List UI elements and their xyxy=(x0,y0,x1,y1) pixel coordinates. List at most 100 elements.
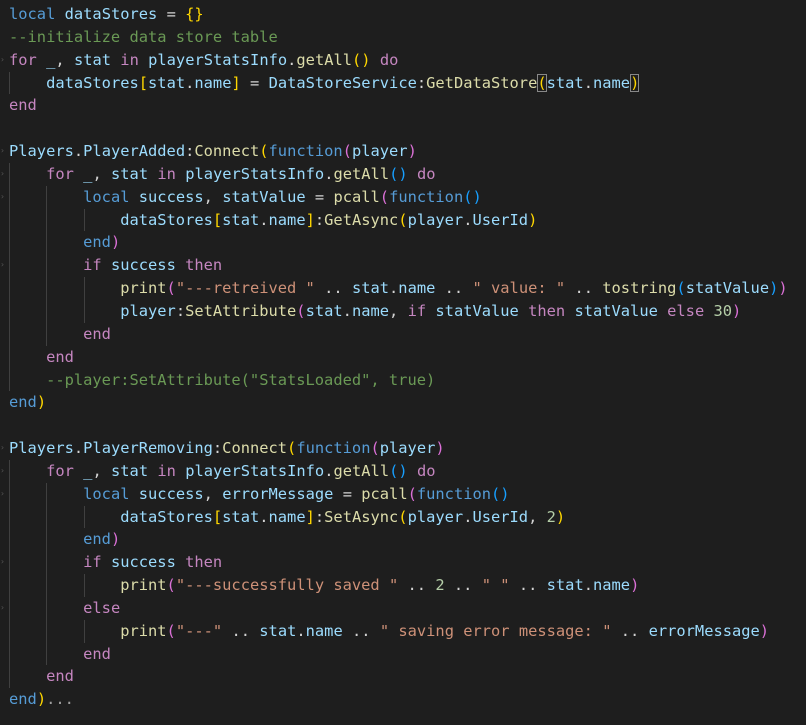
keyword: end xyxy=(83,530,111,549)
bracket: ] xyxy=(305,507,315,526)
indent-guide xyxy=(9,665,10,689)
code-line[interactable]: › if success then xyxy=(0,551,806,575)
indent-guide xyxy=(9,368,10,392)
keyword: then xyxy=(185,553,223,572)
indent-guide xyxy=(9,162,10,186)
function-name: Connect xyxy=(222,439,288,458)
bracket-match: ( xyxy=(537,73,547,92)
code-line[interactable]: › for _, stat in playerStatsInfo.getAll(… xyxy=(0,162,806,186)
code-line[interactable]: end) xyxy=(0,528,806,552)
fold-chevron-icon[interactable]: › xyxy=(0,169,5,178)
keyword: if xyxy=(83,553,102,572)
keyword: in xyxy=(157,461,176,480)
operator: , xyxy=(92,461,102,480)
code-editor[interactable]: local dataStores = {} --initialize data … xyxy=(0,3,806,725)
operator: . xyxy=(287,50,297,69)
comment: --player:SetAttribute("StatsLoaded", tru… xyxy=(46,370,436,389)
identifier: statValue xyxy=(685,279,770,298)
operator: . xyxy=(259,507,269,526)
fold-chevron-icon[interactable]: › xyxy=(0,55,5,64)
fold-chevron-icon[interactable]: › xyxy=(0,489,5,498)
indent-guide xyxy=(46,596,47,620)
code-line[interactable]: local dataStores = {} xyxy=(0,3,806,26)
code-line[interactable]: › for _, stat in playerStatsInfo.getAll()… xyxy=(0,49,806,72)
operator: , xyxy=(203,484,213,503)
indent-guide xyxy=(46,208,47,232)
identifier: statValue xyxy=(222,187,306,206)
indent-guide xyxy=(46,551,47,575)
identifier: UserId xyxy=(472,210,529,229)
code-line[interactable]: dataStores[stat.name] = DataStoreService… xyxy=(0,71,806,95)
code-line[interactable]: --player:SetAttribute("StatsLoaded", tru… xyxy=(0,368,806,392)
bracket: ( xyxy=(379,187,390,206)
code-line[interactable]: end xyxy=(0,322,806,346)
bracket: ) xyxy=(759,621,770,640)
code-line[interactable]: player:SetAttribute(stat.name, if statVa… xyxy=(0,299,806,323)
code-line[interactable]: › local success, errorMessage = pcall(fu… xyxy=(0,482,806,506)
operator: . xyxy=(583,73,593,92)
identifier: stat xyxy=(222,210,260,229)
bracket: ) xyxy=(398,461,408,480)
code-line[interactable]: --initialize data store table xyxy=(0,26,806,49)
keyword: end xyxy=(83,233,111,252)
fold-chevron-icon[interactable]: › xyxy=(0,466,5,475)
identifier: playerStatsInfo xyxy=(148,50,288,69)
fold-chevron-icon[interactable]: › xyxy=(0,444,5,452)
identifier: success xyxy=(138,187,204,206)
fold-chevron-icon[interactable]: › xyxy=(0,261,5,269)
identifier: playerStatsInfo xyxy=(185,461,325,480)
indent-guide xyxy=(9,208,10,232)
code-line[interactable]: end)... xyxy=(0,688,806,711)
bracket: ) xyxy=(778,279,788,298)
bracket-match: ) xyxy=(630,73,640,92)
function-name: getAll xyxy=(333,164,390,183)
fold-chevron-icon[interactable]: › xyxy=(0,192,5,201)
operator: , xyxy=(528,507,538,526)
identifier: dataStores xyxy=(64,5,158,23)
indent-guide xyxy=(9,642,10,666)
bracket: [ xyxy=(212,210,223,229)
code-line[interactable]: end xyxy=(0,642,806,666)
code-line[interactable]: › Players.PlayerAdded:Connect(function(pl… xyxy=(0,140,806,163)
identifier: statValue xyxy=(574,301,658,320)
collapsed-region-marker[interactable]: ... xyxy=(46,690,74,708)
code-line[interactable]: end xyxy=(0,345,806,369)
fold-chevron-icon[interactable]: › xyxy=(0,558,5,566)
fold-chevron-icon[interactable]: › xyxy=(0,603,5,612)
function-name: SetAttribute xyxy=(185,301,297,320)
keyword: function xyxy=(416,484,492,503)
bracket: ) xyxy=(769,279,779,298)
function-name: SetAsync xyxy=(324,507,399,526)
code-line[interactable]: end) xyxy=(0,231,806,255)
keyword: end xyxy=(9,690,37,709)
indent-guide xyxy=(9,528,10,552)
bracket: ) xyxy=(407,142,417,161)
code-line[interactable]: end xyxy=(0,665,806,689)
code-line[interactable]: dataStores[stat.name]:SetAsync(player.Us… xyxy=(0,505,806,529)
code-line[interactable]: print("---" .. stat.name .. " saving err… xyxy=(0,619,806,643)
code-line[interactable]: › for _, stat in playerStatsInfo.getAll(… xyxy=(0,459,806,483)
keyword: in xyxy=(157,164,176,183)
code-line[interactable] xyxy=(0,117,806,140)
code-line[interactable]: end xyxy=(0,94,806,117)
code-line[interactable]: end) xyxy=(0,391,806,414)
code-line[interactable] xyxy=(0,414,806,437)
code-line[interactable]: › else xyxy=(0,596,806,620)
keyword: end xyxy=(46,667,74,686)
function-name: GetDataStore xyxy=(426,73,538,92)
operator: , xyxy=(55,50,65,69)
keyword: function xyxy=(268,142,343,161)
code-line[interactable]: › local success, statValue = pcall(funct… xyxy=(0,185,806,209)
code-line[interactable]: print("---successfully saved " .. 2 .. "… xyxy=(0,574,806,597)
bracket: ) xyxy=(110,233,121,252)
code-line[interactable]: dataStores[stat.name]:GetAsync(player.Us… xyxy=(0,208,806,232)
identifier: errorMessage xyxy=(648,621,760,640)
fold-chevron-icon[interactable]: › xyxy=(0,147,5,155)
number: 2 xyxy=(435,576,445,595)
code-line[interactable]: › if success then xyxy=(0,254,806,278)
code-line[interactable]: › Players.PlayerRemoving:Connect(function… xyxy=(0,437,806,460)
indent-guide xyxy=(84,574,85,597)
bracket: } xyxy=(194,5,204,23)
code-line[interactable]: print("---retreived " .. stat.name .. " … xyxy=(0,277,806,300)
identifier: statValue xyxy=(435,301,519,320)
